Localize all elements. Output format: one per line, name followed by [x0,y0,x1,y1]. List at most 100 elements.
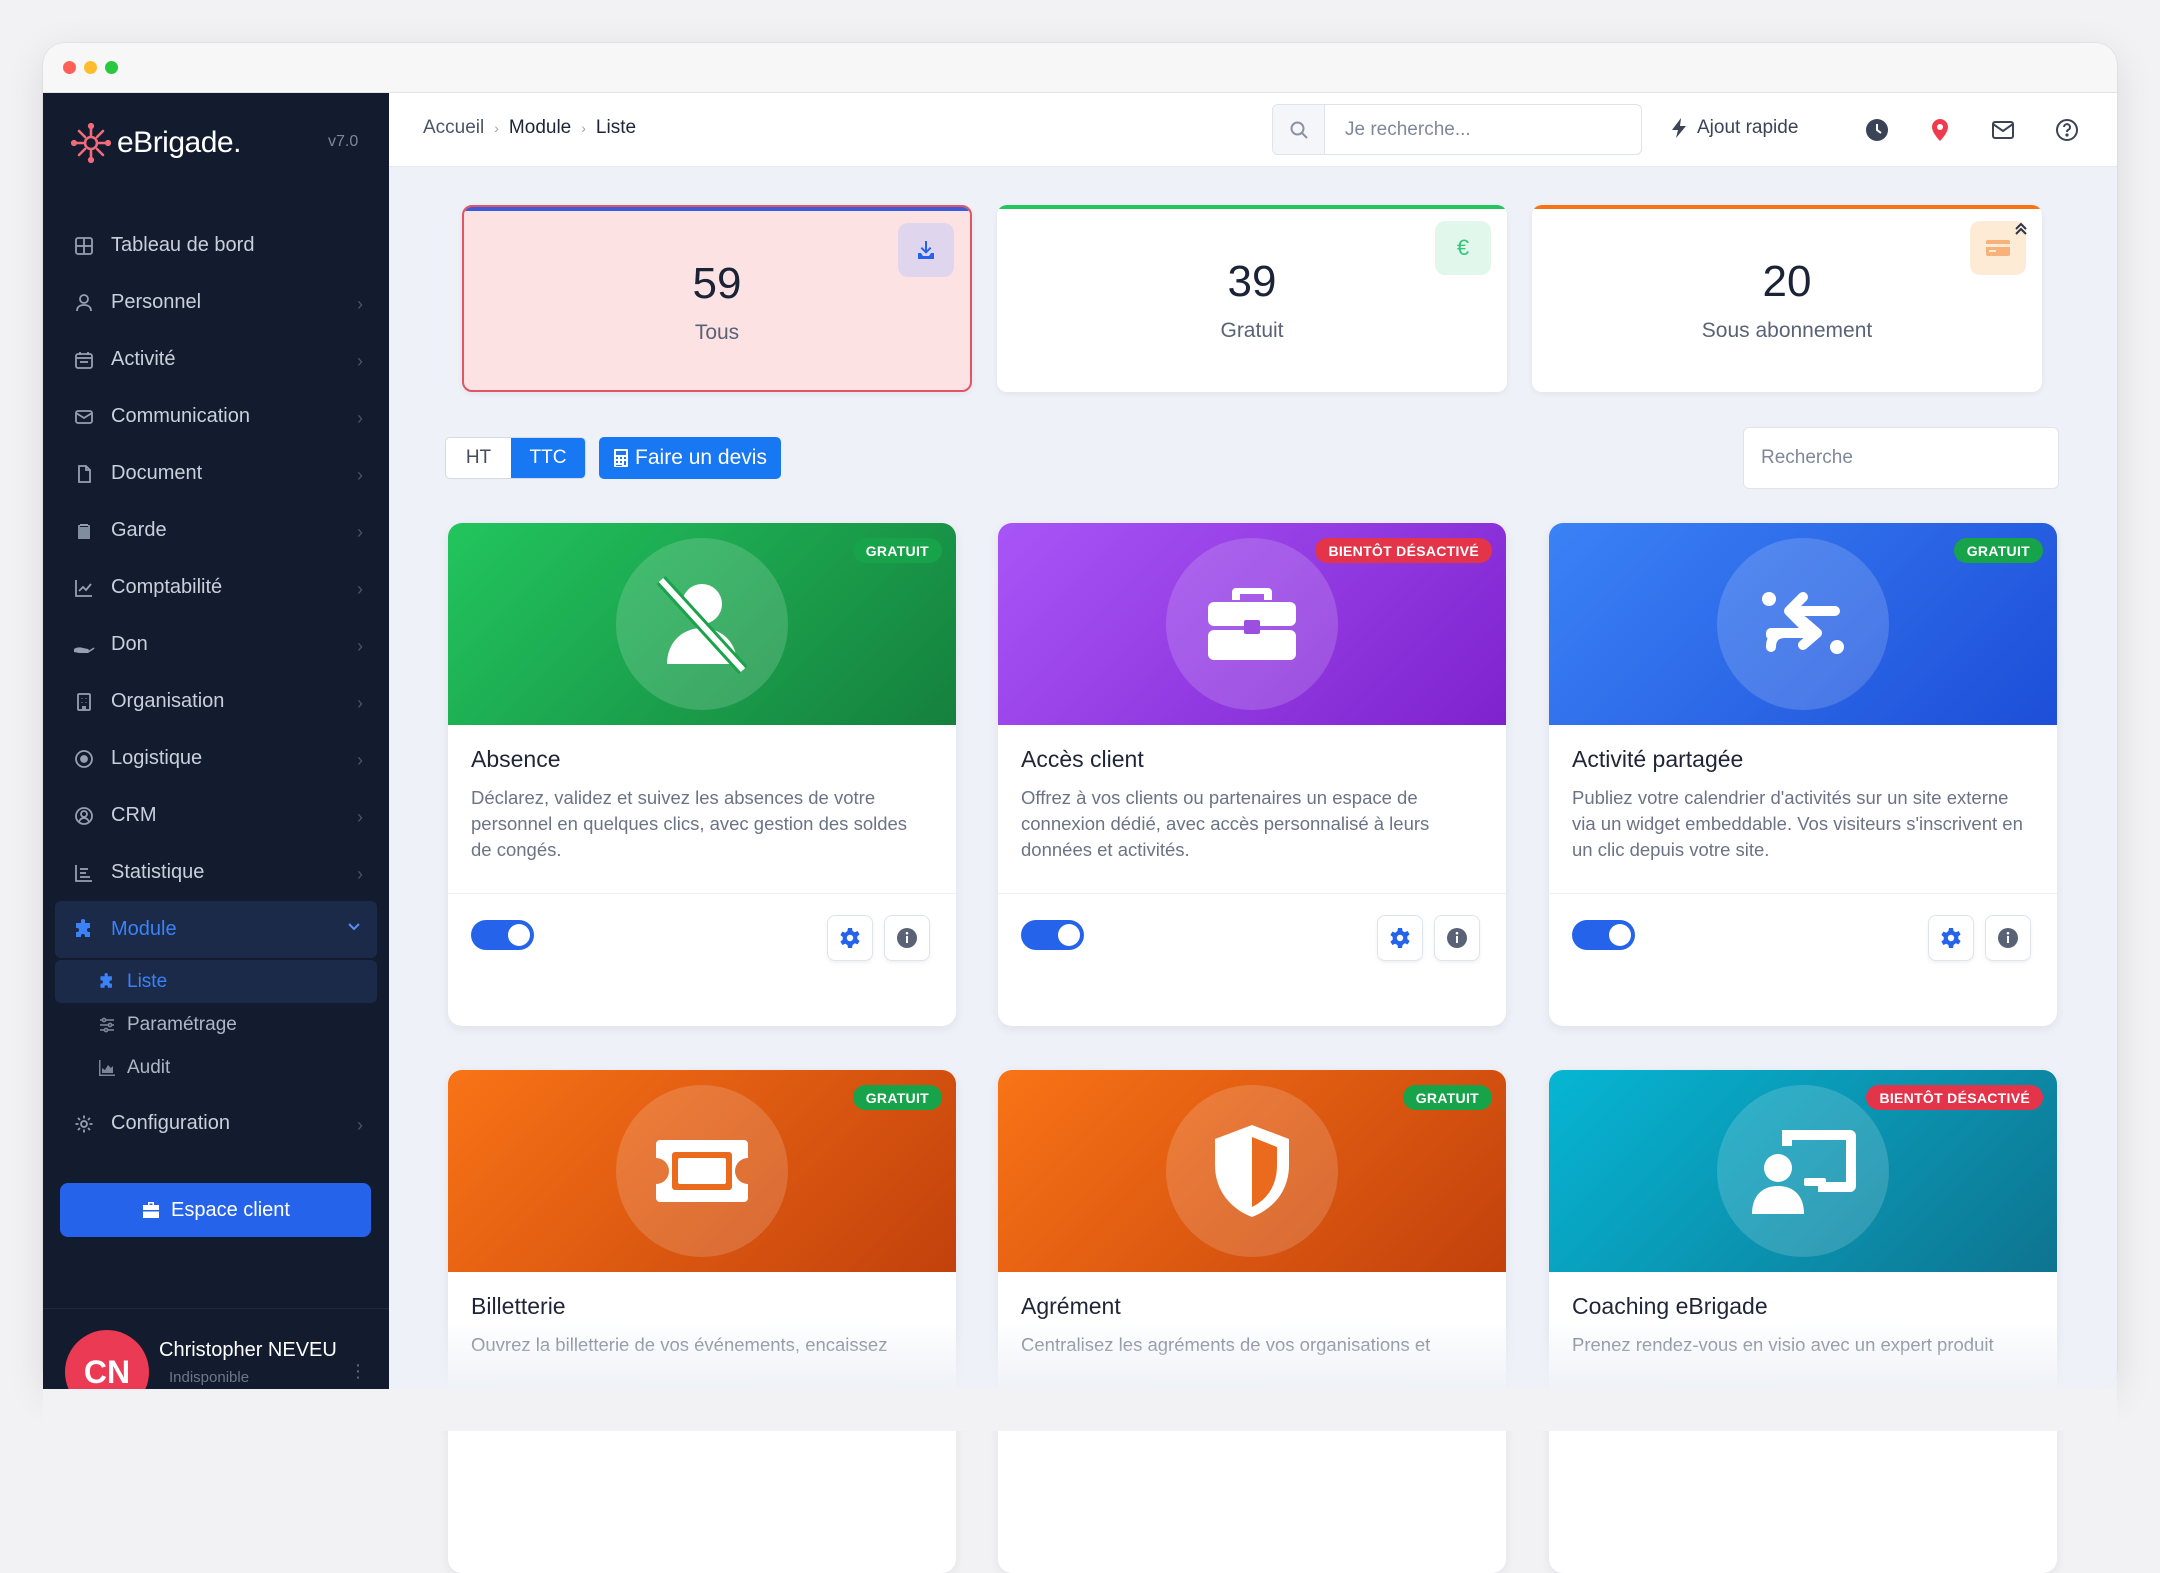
breadcrumb-liste: Liste [595,117,637,138]
maximize-window-button[interactable] [105,61,118,74]
sidebar-item-garde[interactable]: Garde › [55,502,377,559]
quick-add-button[interactable]: Ajout rapide [1669,117,1798,139]
sidebar-item-crm[interactable]: CRM › [55,787,377,844]
sidebar: eBrigade. v7.0 Tableau de bord Personnel… [43,93,389,1414]
sidebar-item-label: Logistique [111,747,203,769]
chevron-right-icon: › [357,750,363,770]
module-subnav: Liste Paramétrage Audit [55,958,377,1095]
global-search [1272,104,1642,155]
sidebar-item-label: CRM [111,804,157,826]
user-status: Indisponible [169,1369,250,1386]
sidebar-nav: Tableau de bord Personnel › Activité › C… [55,217,377,1152]
module-filter-input[interactable] [1743,427,2059,489]
topbar: Accueil › Module › Liste Ajout rapide [389,93,2117,167]
module-title: Agrément [1021,1293,1121,1319]
module-icon-circle [1166,1085,1338,1257]
module-description: Offrez à vos clients ou partenaires un e… [1021,787,1430,860]
quote-button[interactable]: Faire un devis [599,437,781,479]
app-version: v7.0 [328,133,359,150]
info-icon [1998,928,2018,948]
stat-label: Gratuit [1220,319,1284,342]
module-title: Absence [471,746,561,772]
subnav-item-audit[interactable]: Audit [55,1046,377,1089]
sidebar-item-module[interactable]: Module [55,901,377,958]
module-settings-button[interactable] [1377,915,1423,961]
sidebar-item-label: Configuration [111,1112,230,1134]
shield-icon [1215,1125,1289,1217]
module-info-button[interactable] [1434,915,1480,961]
envelope-icon [71,404,97,430]
sidebar-item-communication[interactable]: Communication › [55,388,377,445]
sidebar-item-tableau-de-bord[interactable]: Tableau de bord [55,217,377,274]
module-card-absence: GRATUIT Absence Déclarez, validez et sui… [448,523,956,1026]
document-icon [71,461,97,487]
module-info-button[interactable] [1985,915,2031,961]
sidebar-item-statistique[interactable]: Statistique › [55,844,377,901]
stat-value: 20 [1762,257,1812,306]
module-enable-toggle[interactable] [471,920,534,950]
module-icon-circle [1166,538,1338,710]
ht-option[interactable]: HT [446,438,511,478]
stat-card-gratuit[interactable]: 39 Gratuit € [997,205,1507,392]
sidebar-item-personnel[interactable]: Personnel › [55,274,377,331]
module-icon-circle [616,1085,788,1257]
card-divider [448,893,956,894]
espace-client-button[interactable]: Espace client [60,1183,371,1237]
scroll-top-icon[interactable] [2010,218,2032,240]
clock-icon[interactable] [1864,117,1890,143]
sidebar-item-comptabilite[interactable]: Comptabilité › [55,559,377,616]
map-pin-icon[interactable] [1927,117,1953,143]
breadcrumb-separator-icon: › [581,120,586,136]
module-title: Activité partagée [1572,746,1744,772]
module-enable-toggle[interactable] [1572,920,1635,950]
breadcrumb-module[interactable]: Module [509,117,571,139]
breadcrumb-accueil[interactable]: Accueil [423,117,484,139]
brand-name: eBrigade. [117,126,241,159]
minimize-window-button[interactable] [84,61,97,74]
brand-logo[interactable]: eBrigade. [71,119,241,167]
stat-card-sous-abonnement[interactable]: 20 Sous abonnement [1532,205,2042,392]
module-description: Déclarez, validez et suivez les absences… [471,787,908,860]
close-window-button[interactable] [63,61,76,74]
more-vertical-icon[interactable]: ⋮ [349,1361,367,1382]
module-tag: BIENTÔT DÉSACTIVÉ [1315,538,1492,563]
module-enable-toggle[interactable] [1021,920,1084,950]
toggle-knob [508,924,530,946]
chevron-right-icon: › [357,864,363,884]
calculator-icon [613,448,629,468]
subnav-item-liste[interactable]: Liste [55,960,377,1003]
window-titlebar [43,43,2117,93]
subnav-item-parametrage[interactable]: Paramétrage [55,1003,377,1046]
puzzle-icon [97,972,117,992]
quote-button-label: Faire un devis [635,446,767,469]
module-hero: GRATUIT [998,1070,1506,1272]
module-info-button[interactable] [884,915,930,961]
module-tag: GRATUIT [1953,538,2043,563]
hand-icon [71,632,97,658]
chevron-right-icon: › [357,1115,363,1135]
module-settings-button[interactable] [1928,915,1974,961]
euro-icon: € [1435,221,1491,275]
stat-value: 59 [692,259,742,308]
sidebar-item-document[interactable]: Document › [55,445,377,502]
sidebar-item-organisation[interactable]: Organisation › [55,673,377,730]
chevron-right-icon: › [357,636,363,656]
global-search-input[interactable] [1325,105,1625,154]
module-tag: GRATUIT [1402,1085,1492,1110]
puzzle-icon [71,917,97,943]
search-icon [1273,105,1325,154]
module-card-activite-partagee: GRATUIT Activité partagée Publiez votre … [1549,523,2057,1026]
sidebar-item-label: Communication [111,405,250,427]
download-icon[interactable] [898,223,954,277]
help-icon[interactable] [2054,117,2080,143]
sidebar-item-activite[interactable]: Activité › [55,331,377,388]
sidebar-item-configuration[interactable]: Configuration › [55,1095,377,1152]
ttc-option[interactable]: TTC [511,438,585,478]
mail-icon[interactable] [1990,117,2016,143]
stat-card-tous[interactable]: 59 Tous [462,205,972,392]
chevron-right-icon: › [357,351,363,371]
module-settings-button[interactable] [827,915,873,961]
chevron-down-icon [345,917,363,940]
sidebar-item-logistique[interactable]: Logistique › [55,730,377,787]
sidebar-item-don[interactable]: Don › [55,616,377,673]
